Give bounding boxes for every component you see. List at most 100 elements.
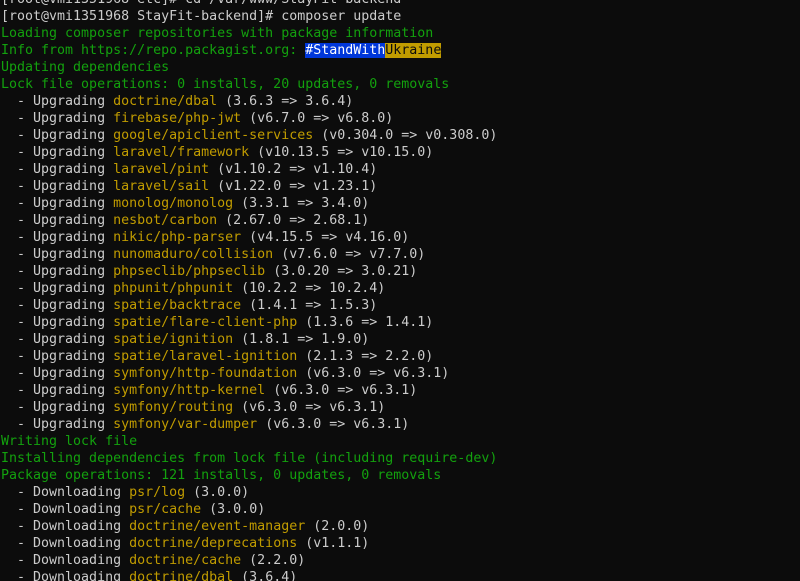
package-name: phpseclib/phpseclib (113, 264, 266, 279)
status-line: Writing lock file (1, 433, 497, 450)
package-version: (v1.22.0 => v1.23.1) (209, 179, 378, 194)
package-name: spatie/laravel-ignition (113, 349, 298, 364)
package-version: (3.0.0) (201, 502, 266, 517)
package-version: (3.6.3 => 3.6.4) (217, 94, 354, 109)
package-version: (3.3.1 => 3.4.0) (233, 196, 370, 211)
status-text: Installing dependencies from lock file (… (1, 451, 498, 466)
package-name: doctrine/dbal (129, 570, 234, 581)
package-version: (v7.6.0 => v7.7.0) (273, 247, 426, 262)
package-action: - Upgrading (1, 400, 114, 415)
package-action: - Downloading (1, 519, 130, 534)
package-version: (2.1.3 => 2.2.0) (297, 349, 434, 364)
package-line: - Upgrading nikic/php-parser (v4.15.5 =>… (1, 229, 497, 246)
package-line: - Upgrading spatie/backtrace (1.4.1 => 1… (1, 297, 497, 314)
package-version: (2.67.0 => 2.68.1) (217, 213, 370, 228)
package-line: - Upgrading symfony/http-foundation (v6.… (1, 365, 497, 382)
command-text: [root@vmi1351968 etc]# cd /var/www/StayF… (1, 0, 401, 7)
package-action: - Upgrading (1, 366, 114, 381)
package-name: doctrine/deprecations (129, 536, 298, 551)
package-line: - Upgrading nesbot/carbon (2.67.0 => 2.6… (1, 212, 497, 229)
package-line: - Upgrading laravel/pint (v1.10.2 => v1.… (1, 161, 497, 178)
package-line: - Upgrading nunomaduro/collision (v7.6.0… (1, 246, 497, 263)
package-version: (10.2.2 => 10.2.4) (233, 281, 386, 296)
package-name: laravel/pint (113, 162, 210, 177)
package-line: - Upgrading doctrine/dbal (3.6.3 => 3.6.… (1, 93, 497, 110)
package-action: - Upgrading (1, 179, 114, 194)
package-name: phpunit/phpunit (113, 281, 234, 296)
package-action: - Upgrading (1, 349, 114, 364)
status-text: Writing lock file (1, 434, 138, 449)
package-name: psr/log (129, 485, 186, 500)
package-name: doctrine/cache (129, 553, 242, 568)
package-name: nikic/php-parser (113, 230, 242, 245)
package-version: (1.8.1 => 1.9.0) (233, 332, 370, 347)
package-version: (v1.1.1) (297, 536, 370, 551)
package-line: - Upgrading symfony/var-dumper (v6.3.0 =… (1, 416, 497, 433)
package-line: - Downloading psr/log (3.0.0) (1, 484, 497, 501)
package-name: symfony/http-foundation (113, 366, 298, 381)
package-line: - Upgrading firebase/php-jwt (v6.7.0 => … (1, 110, 497, 127)
package-name: symfony/routing (113, 400, 234, 415)
package-version: (3.0.0) (185, 485, 250, 500)
package-version: (2.0.0) (305, 519, 370, 534)
terminal-window[interactable]: [root@vmi1351968 etc]# cd /var/www/StayF… (0, 0, 800, 581)
package-line: - Upgrading symfony/http-kernel (v6.3.0 … (1, 382, 497, 399)
package-line: - Downloading doctrine/cache (2.2.0) (1, 552, 497, 569)
info-prefix: Info from https://repo.packagist.org: (1, 43, 306, 58)
package-version: (3.0.20 => 3.0.21) (265, 264, 418, 279)
package-action: - Downloading (1, 570, 130, 581)
status-text: Loading composer repositories with packa… (1, 26, 434, 41)
prompt-line: [root@vmi1351968 etc]# cd /var/www/StayF… (1, 0, 497, 8)
package-name: google/apiclient-services (113, 128, 314, 143)
info-line: Info from https://repo.packagist.org: #S… (1, 42, 497, 59)
terminal-output: [root@vmi1351968 etc]# cd /var/www/StayF… (1, 0, 497, 581)
package-line: - Upgrading spatie/ignition (1.8.1 => 1.… (1, 331, 497, 348)
package-action: - Downloading (1, 536, 130, 551)
package-line: - Downloading doctrine/event-manager (2.… (1, 518, 497, 535)
package-action: - Upgrading (1, 332, 114, 347)
package-version: (v6.3.0 => v6.3.1) (233, 400, 386, 415)
package-name: spatie/ignition (113, 332, 234, 347)
package-action: - Downloading (1, 553, 130, 568)
package-version: (1.3.6 => 1.4.1) (297, 315, 434, 330)
status-line: Lock file operations: 0 installs, 20 upd… (1, 76, 497, 93)
package-action: - Upgrading (1, 383, 114, 398)
prompt-line: [root@vmi1351968 StayFit-backend]# compo… (1, 8, 497, 25)
package-name: spatie/backtrace (113, 298, 242, 313)
package-action: - Upgrading (1, 196, 114, 211)
status-text: Package operations: 121 installs, 0 upda… (1, 468, 442, 483)
package-action: - Upgrading (1, 162, 114, 177)
package-name: laravel/framework (113, 145, 250, 160)
package-action: - Upgrading (1, 417, 114, 432)
package-line: - Upgrading laravel/sail (v1.22.0 => v1.… (1, 178, 497, 195)
standwith-tag: #StandWith (305, 43, 386, 58)
package-version: (v10.13.5 => v10.15.0) (249, 145, 434, 160)
package-line: - Upgrading monolog/monolog (3.3.1 => 3.… (1, 195, 497, 212)
package-name: doctrine/event-manager (129, 519, 306, 534)
package-name: nunomaduro/collision (113, 247, 274, 262)
package-name: symfony/var-dumper (113, 417, 258, 432)
ukraine-tag: Ukraine (385, 43, 442, 58)
package-version: (v6.3.0 => v6.3.1) (265, 383, 418, 398)
package-name: symfony/http-kernel (113, 383, 266, 398)
package-action: - Upgrading (1, 230, 114, 245)
package-line: - Downloading doctrine/deprecations (v1.… (1, 535, 497, 552)
package-version: (2.2.0) (241, 553, 306, 568)
package-version: (v4.15.5 => v4.16.0) (241, 230, 410, 245)
package-line: - Upgrading spatie/flare-client-php (1.3… (1, 314, 497, 331)
status-text: Updating dependencies (1, 60, 170, 75)
package-action: - Upgrading (1, 111, 114, 126)
status-line: Loading composer repositories with packa… (1, 25, 497, 42)
status-line: Package operations: 121 installs, 0 upda… (1, 467, 497, 484)
package-name: doctrine/dbal (113, 94, 218, 109)
package-action: - Downloading (1, 502, 130, 517)
package-action: - Upgrading (1, 264, 114, 279)
package-version: (1.4.1 => 1.5.3) (241, 298, 378, 313)
package-action: - Upgrading (1, 145, 114, 160)
package-version: (v6.7.0 => v6.8.0) (241, 111, 394, 126)
package-action: - Downloading (1, 485, 130, 500)
package-line: - Upgrading phpunit/phpunit (10.2.2 => 1… (1, 280, 497, 297)
package-action: - Upgrading (1, 281, 114, 296)
package-version: (v1.10.2 => v1.10.4) (209, 162, 378, 177)
package-action: - Upgrading (1, 315, 114, 330)
